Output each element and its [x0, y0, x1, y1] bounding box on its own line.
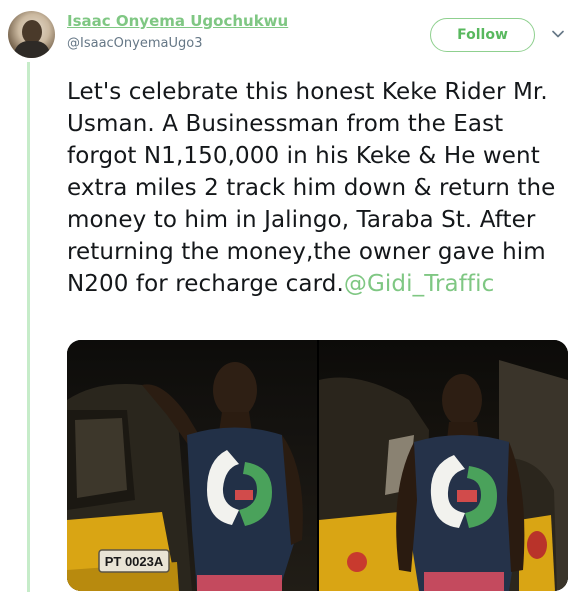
author-display-name[interactable]: Isaac Onyema Ugochukwu	[67, 12, 288, 30]
avatar[interactable]	[8, 11, 55, 58]
tweet-media[interactable]: PT 0023A	[67, 340, 568, 591]
photo-2-illustration	[319, 360, 568, 591]
photo-1[interactable]: PT 0023A	[67, 340, 317, 591]
avatar-body	[14, 41, 50, 58]
photo-1-illustration: PT 0023A	[67, 362, 303, 591]
follow-button[interactable]: Follow	[430, 18, 535, 52]
tweet-text: Let's celebrate this honest Keke Rider M…	[67, 76, 567, 300]
photo-2[interactable]	[319, 340, 568, 591]
tweet-body: Let's celebrate this honest Keke Rider M…	[67, 79, 556, 297]
license-plate: PT 0023A	[105, 554, 164, 569]
tweet-mention-link[interactable]: @Gidi_Traffic	[344, 271, 494, 297]
author-handle[interactable]: @IsaacOnyemaUgo3	[67, 36, 202, 51]
thread-line	[27, 62, 30, 592]
chevron-down-icon[interactable]	[552, 28, 564, 40]
